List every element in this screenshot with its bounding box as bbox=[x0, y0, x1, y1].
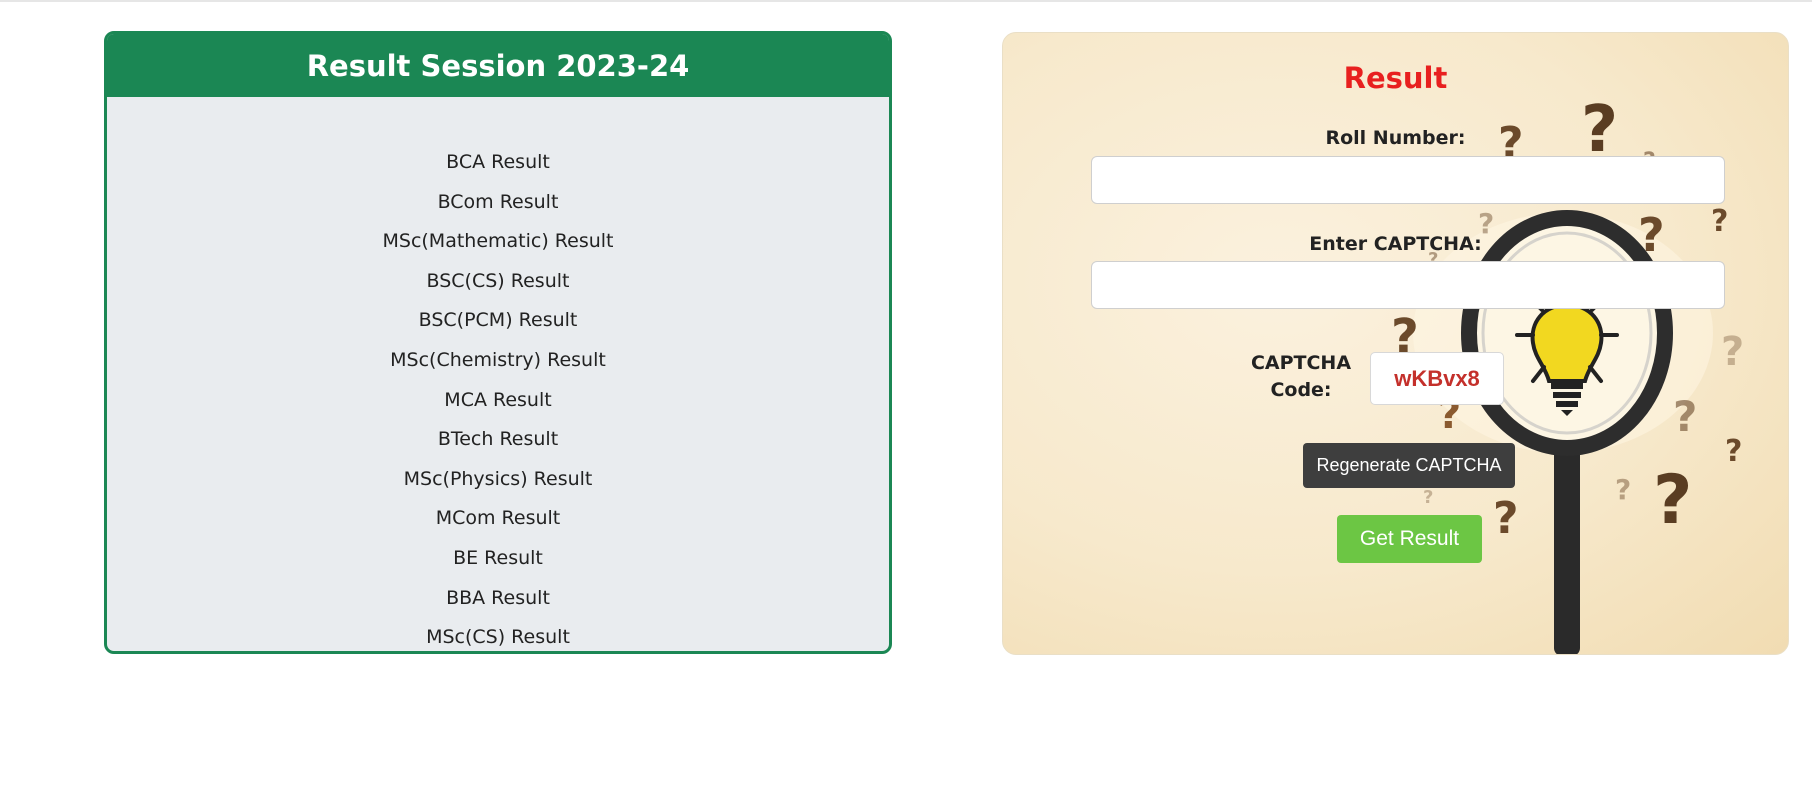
result-links-list: BCA Result BCom Result MSc(Mathematic) R… bbox=[107, 143, 889, 651]
result-session-card: Result Session 2023-24 BCA Result BCom R… bbox=[104, 31, 892, 654]
question-mark-icon: ? bbox=[1653, 461, 1692, 540]
result-link-bsc-pcm[interactable]: BSC(PCM) Result bbox=[107, 301, 889, 341]
result-link-mca[interactable]: MCA Result bbox=[107, 381, 889, 421]
roll-number-input[interactable] bbox=[1091, 156, 1725, 204]
regenerate-captcha-button[interactable]: Regenerate CAPTCHA bbox=[1303, 443, 1515, 488]
result-link-msc-physics[interactable]: MSc(Physics) Result bbox=[107, 460, 889, 500]
result-link-be[interactable]: BE Result bbox=[107, 539, 889, 579]
result-link-msc-chemistry[interactable]: MSc(Chemistry) Result bbox=[107, 341, 889, 381]
result-link-bcom[interactable]: BCom Result bbox=[107, 183, 889, 223]
roll-number-label: Roll Number: bbox=[1325, 127, 1466, 149]
result-form-card: ? ? ? ? ? ? ? ? ? ? ? ? ? ? ? ? ? Result… bbox=[1002, 32, 1789, 655]
magnifier-handle-icon bbox=[1554, 443, 1580, 654]
result-link-mcom[interactable]: MCom Result bbox=[107, 499, 889, 539]
enter-captcha-label: Enter CAPTCHA: bbox=[1309, 233, 1482, 255]
captcha-code-display: wKBvx8 bbox=[1370, 352, 1504, 405]
question-mark-icon: ? bbox=[1673, 392, 1697, 441]
question-mark-icon: ? bbox=[1721, 329, 1744, 375]
result-link-btech[interactable]: BTech Result bbox=[107, 420, 889, 460]
result-link-msc-mathematic[interactable]: MSc(Mathematic) Result bbox=[107, 222, 889, 262]
question-mark-icon: ? bbox=[1423, 487, 1433, 508]
result-link-msc-cs[interactable]: MSc(CS) Result bbox=[107, 618, 889, 651]
result-link-bba[interactable]: BBA Result bbox=[107, 579, 889, 619]
result-link-bca[interactable]: BCA Result bbox=[107, 143, 889, 183]
result-link-bsc-cs[interactable]: BSC(CS) Result bbox=[107, 262, 889, 302]
form-title: Result bbox=[1343, 61, 1448, 95]
get-result-button[interactable]: Get Result bbox=[1337, 515, 1482, 563]
session-title: Result Session 2023-24 bbox=[107, 34, 889, 97]
question-mark-icon: ? bbox=[1493, 493, 1519, 544]
question-mark-icon: ? bbox=[1615, 473, 1631, 506]
question-mark-icon: ? bbox=[1725, 434, 1742, 469]
captcha-input[interactable] bbox=[1091, 261, 1725, 309]
top-divider bbox=[0, 0, 1812, 2]
captcha-code-label: CAPTCHA Code: bbox=[1250, 352, 1352, 401]
